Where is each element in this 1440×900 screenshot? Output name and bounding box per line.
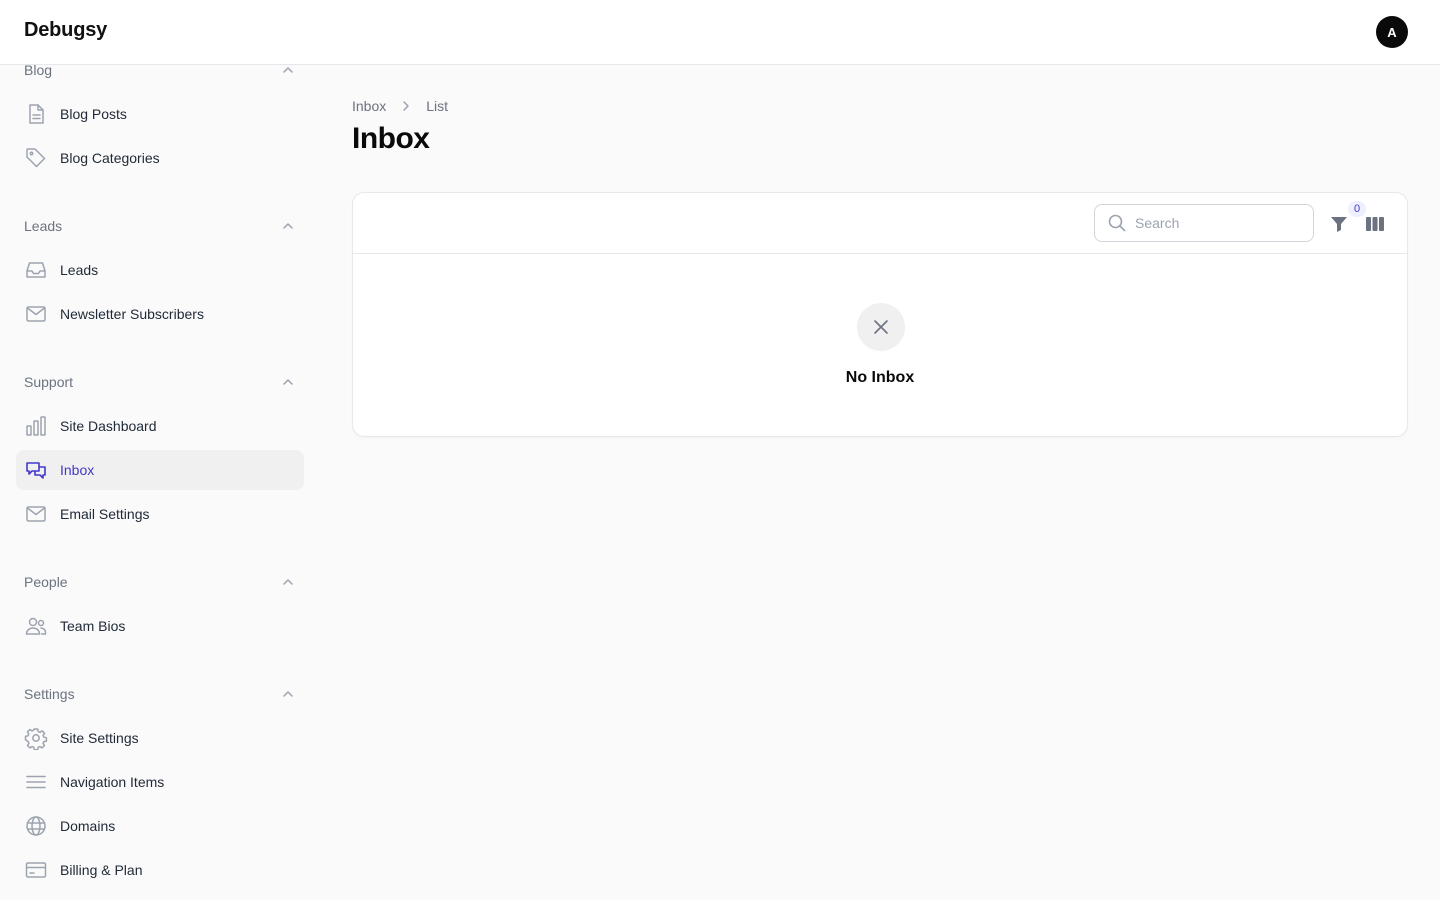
sidebar-item-site-settings[interactable]: Site Settings [16, 718, 304, 758]
sidebar-item-domains[interactable]: Domains [16, 806, 304, 846]
sidebar-item-label: Team Bios [60, 618, 126, 634]
sidebar-item-team-bios[interactable]: Team Bios [16, 606, 304, 646]
sidebar-item-leads[interactable]: Leads [16, 250, 304, 290]
table-toolbar: 0 [353, 193, 1407, 254]
globe-icon [24, 814, 48, 838]
sidebar-item-label: Navigation Items [60, 774, 165, 790]
search-box[interactable] [1094, 204, 1314, 242]
page-title: Inbox [352, 122, 430, 155]
empty-state-heading: No Inbox [845, 369, 915, 386]
credit-card-icon [24, 858, 48, 882]
chevron-up-icon [283, 379, 293, 385]
column-toggle-button[interactable] [1364, 213, 1386, 235]
chevron-right-icon [398, 98, 414, 114]
brand-logo[interactable]: Debugsy [24, 19, 107, 42]
chat-bubbles-icon [24, 458, 48, 482]
sidebar-item-label: Site Dashboard [60, 418, 157, 434]
sidebar-group-support[interactable]: Support [24, 370, 296, 394]
sidebar-item-label: Site Settings [60, 730, 139, 746]
sidebar-item-email-settings[interactable]: Email Settings [16, 494, 304, 534]
sidebar: Blog Blog Posts Blog Categories Leads Le… [0, 65, 320, 900]
sidebar-item-label: Billing & Plan [60, 862, 143, 878]
sidebar-item-site-dashboard[interactable]: Site Dashboard [16, 406, 304, 446]
menu-lines-icon [24, 770, 48, 794]
gear-icon [24, 726, 48, 750]
columns-icon [1366, 217, 1384, 231]
tag-icon [24, 146, 48, 170]
filter-button[interactable] [1328, 213, 1350, 235]
search-icon [1108, 214, 1126, 232]
breadcrumb-link-inbox[interactable]: Inbox [352, 98, 386, 114]
envelope-icon [24, 302, 48, 326]
sidebar-item-label: Domains [60, 818, 116, 834]
sidebar-group-label: People [24, 574, 68, 590]
sidebar-item-label: Newsletter Subscribers [60, 306, 204, 322]
sidebar-item-label: Email Settings [60, 506, 150, 522]
chevron-up-icon [283, 67, 293, 73]
user-avatar[interactable]: A [1376, 16, 1408, 48]
sidebar-item-navigation-items[interactable]: Navigation Items [16, 762, 304, 802]
sidebar-group-blog[interactable]: Blog [24, 65, 296, 82]
bar-chart-icon [24, 414, 48, 438]
sidebar-group-label: Settings [24, 686, 75, 702]
sidebar-item-billing-plan[interactable]: Billing & Plan [16, 850, 304, 890]
search-input[interactable] [1135, 215, 1305, 231]
inbox-tray-icon [24, 258, 48, 282]
sidebar-group-people[interactable]: People [24, 570, 296, 594]
sidebar-group-label: Support [24, 374, 74, 390]
sidebar-item-label: Leads [60, 262, 99, 278]
users-icon [24, 614, 48, 638]
sidebar-item-blog-categories[interactable]: Blog Categories [16, 138, 304, 178]
sidebar-item-label: Blog Categories [60, 150, 160, 166]
sidebar-item-inbox[interactable]: Inbox [16, 450, 304, 490]
document-icon [24, 102, 48, 126]
chevron-up-icon [283, 691, 293, 697]
top-bar: Debugsy A [0, 0, 1440, 65]
sidebar-group-label: Leads [24, 218, 63, 234]
table-card: 0 No Inbox [352, 192, 1408, 437]
envelope-icon [24, 502, 48, 526]
close-icon [874, 320, 888, 334]
sidebar-group-settings[interactable]: Settings [24, 682, 296, 706]
breadcrumb-current: List [426, 98, 449, 114]
chevron-up-icon [283, 223, 293, 229]
sidebar-item-label: Inbox [60, 462, 95, 478]
empty-state-icon [857, 303, 905, 351]
filter-icon [1331, 217, 1347, 232]
sidebar-item-newsletter-subscribers[interactable]: Newsletter Subscribers [16, 294, 304, 334]
sidebar-item-label: Blog Posts [60, 106, 127, 122]
sidebar-group-label: Blog [24, 65, 53, 78]
chevron-up-icon [283, 579, 293, 585]
sidebar-item-blog-posts[interactable]: Blog Posts [16, 94, 304, 134]
breadcrumb: Inbox List [352, 96, 448, 116]
sidebar-group-leads[interactable]: Leads [24, 214, 296, 238]
